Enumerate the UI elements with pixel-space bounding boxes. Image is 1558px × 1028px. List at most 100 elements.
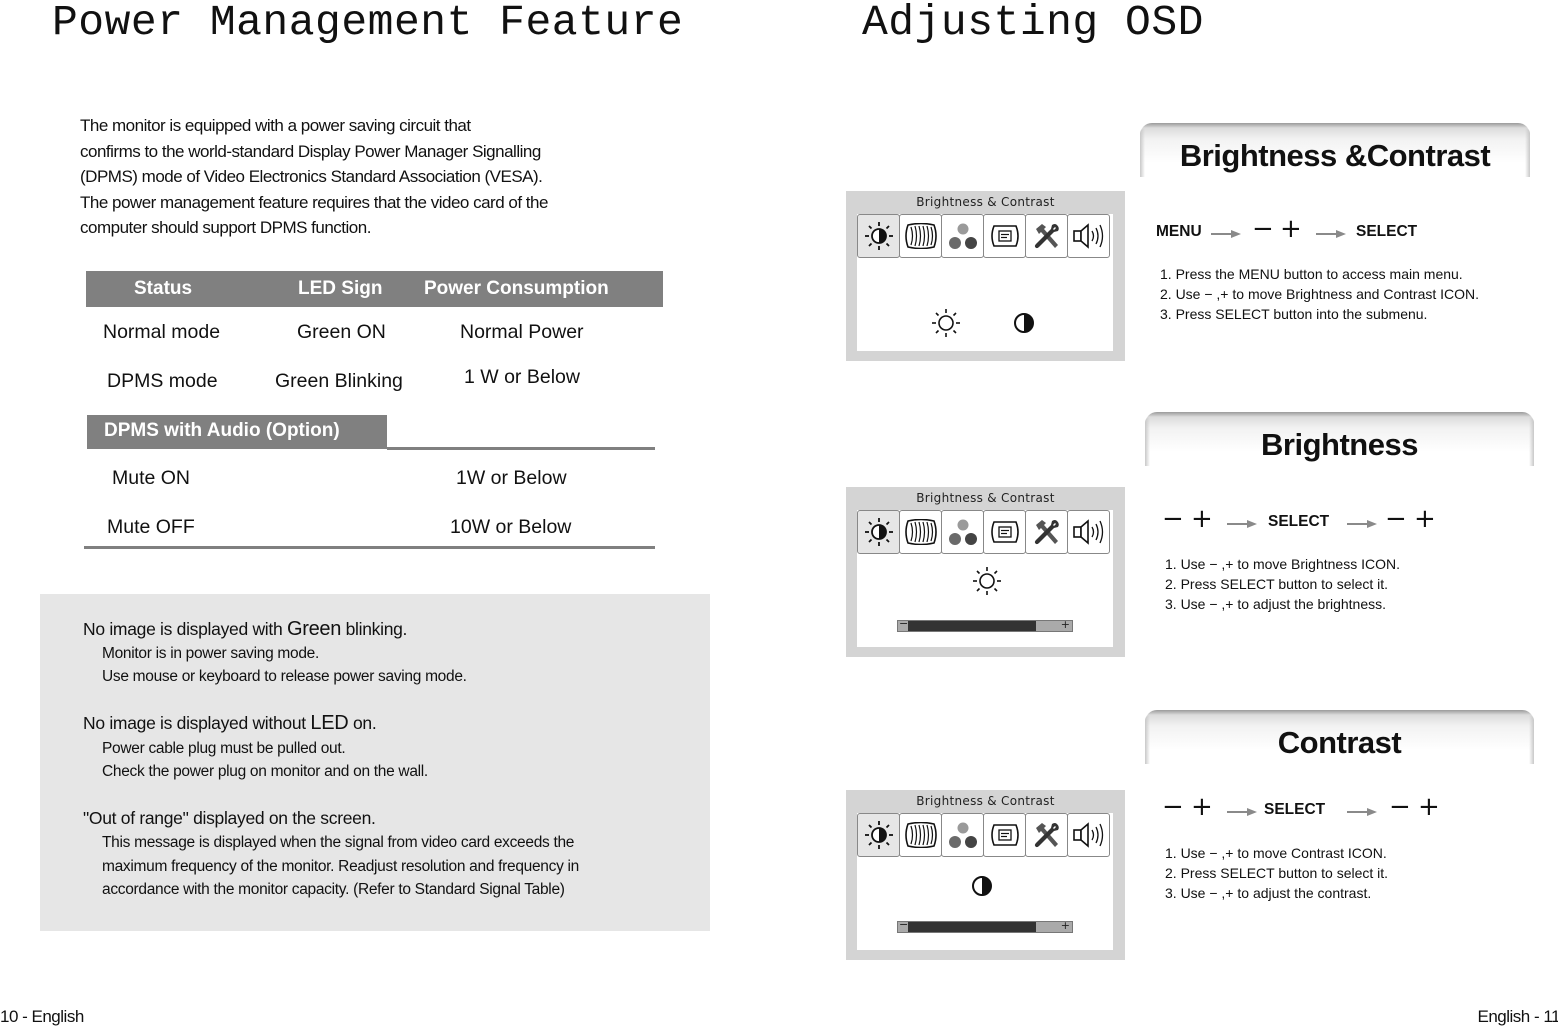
table-cell-status: Normal mode: [103, 321, 221, 343]
flow-brightness-contrast: MENU − + SELECT: [1156, 214, 1456, 246]
troubleshooting-box: No image is displayed with Green blinkin…: [40, 594, 710, 931]
note-line: This message is displayed when the signa…: [102, 834, 575, 851]
osd-tab-color[interactable]: [941, 813, 984, 857]
contrast-icon: [1013, 312, 1035, 339]
minus-symbol: −: [1162, 504, 1184, 534]
osd-screen-brightness-contrast: Brightness & Contrast: [846, 191, 1125, 361]
audio-icon: [1072, 821, 1106, 849]
select-label: SELECT: [1264, 801, 1326, 818]
osd-screen-brightness: Brightness & Contrast − +: [846, 487, 1125, 657]
select-label: SELECT: [1268, 513, 1330, 530]
note-heading: No image is displayed with Green blinkin…: [83, 618, 408, 640]
osd-tab-geometry[interactable]: [899, 510, 942, 554]
color-icon: [947, 221, 979, 251]
setup-tools-icon: [1033, 222, 1061, 250]
step-item: 3. Use − ,+ to adjust the brightness.: [1165, 596, 1387, 612]
audio-cell-status: Mute ON: [112, 467, 191, 489]
table-cell-status: DPMS mode: [107, 370, 218, 392]
osd-tab-setup-tools[interactable]: [1025, 813, 1068, 857]
plus-symbol: +: [1191, 792, 1213, 822]
slider-fill: [908, 922, 1036, 932]
table-cell-led: Green ON: [297, 321, 386, 343]
osd-tab-color[interactable]: [941, 214, 984, 258]
page-number-right: English - 11: [1477, 1007, 1558, 1026]
geometry-icon: [904, 822, 938, 848]
header-status: Status: [134, 278, 193, 299]
power-table: Status LED Sign Power Consumption: [86, 271, 663, 307]
note-line: Power cable plug must be pulled out.: [102, 740, 346, 757]
slider-minus: −: [899, 617, 909, 630]
flow-contrast: − + SELECT − +: [1162, 792, 1462, 824]
osd-tab-osd-position[interactable]: [983, 510, 1026, 554]
page-number-left: 10 - English: [0, 1007, 84, 1026]
flow-brightness: − + SELECT − +: [1162, 504, 1462, 536]
audio-icon: [1072, 518, 1106, 546]
table-cell-led: Green Blinking: [275, 370, 403, 392]
contrast-slider[interactable]: − +: [897, 918, 1073, 933]
osd-tab-brightness-contrast[interactable]: [857, 813, 900, 857]
header-led-sign: LED Sign: [298, 278, 383, 299]
intro-line: computer should support DPMS function.: [80, 218, 371, 237]
osd-tab-bar: [857, 214, 1113, 258]
intro-paragraph: The monitor is equipped with a power sav…: [80, 113, 680, 241]
osd-tab-osd-position[interactable]: [983, 214, 1026, 258]
osd-tab-setup-tools[interactable]: [1025, 510, 1068, 554]
osd-tab-brightness-contrast[interactable]: [857, 214, 900, 258]
arrow-right-icon: [1316, 226, 1346, 244]
brightness-contrast-icon: [864, 221, 894, 251]
arrow-right-icon: [1347, 804, 1377, 822]
select-label: SELECT: [1356, 223, 1418, 240]
step-item: 1. Use − ,+ to move Contrast ICON.: [1165, 845, 1387, 861]
intro-line: confirms to the world-standard Display P…: [80, 141, 541, 161]
dpms-audio-header: DPMS with Audio (Option): [87, 415, 387, 449]
note-line: accordance with the monitor capacity. (R…: [102, 881, 565, 898]
color-icon: [947, 820, 979, 850]
osd-tab-audio[interactable]: [1067, 813, 1110, 857]
header-power-consumption: Power Consumption: [424, 278, 609, 299]
divider: [84, 546, 655, 549]
page-title-power-management: Power Management Feature: [52, 0, 684, 47]
section-header-brightness-contrast: Brightness &Contrast: [1140, 123, 1530, 187]
osd-tab-brightness-contrast[interactable]: [857, 510, 900, 554]
note-line: maximum frequency of the monitor. Readju…: [102, 858, 579, 875]
setup-tools-icon: [1033, 821, 1061, 849]
divider: [387, 447, 655, 450]
slider-fill: [908, 621, 1036, 631]
step-item: 2. Press SELECT button to select it.: [1165, 576, 1389, 592]
geometry-icon: [904, 519, 938, 545]
step-item: 1. Press the MENU button to access main …: [1160, 266, 1463, 282]
intro-line: The monitor is equipped with a power sav…: [80, 116, 471, 135]
steps-contrast: 1. Use − ,+ to move Contrast ICON. 2. Pr…: [1165, 843, 1388, 903]
osd-tab-setup-tools[interactable]: [1025, 214, 1068, 258]
color-icon: [947, 517, 979, 547]
minus-symbol: −: [1252, 214, 1274, 244]
steps-brightness-contrast: 1. Press the MENU button to access main …: [1160, 264, 1479, 324]
audio-cell-power: 10W or Below: [450, 516, 572, 538]
osd-tab-geometry[interactable]: [899, 214, 942, 258]
note-heading: "Out of range" displayed on the screen.: [83, 808, 376, 828]
slider-plus: +: [1060, 919, 1070, 932]
brightness-slider[interactable]: − +: [897, 617, 1073, 632]
plus-symbol: +: [1191, 504, 1213, 534]
intro-line: The power management feature requires th…: [80, 192, 548, 212]
menu-label: MENU: [1156, 223, 1202, 240]
brightness-contrast-icon: [864, 517, 894, 547]
brightness-icon: [972, 566, 1002, 601]
contrast-icon: [971, 875, 993, 902]
osd-screen-contrast: Brightness & Contrast − +: [846, 790, 1125, 960]
osd-tab-audio[interactable]: [1067, 510, 1110, 554]
step-item: 3. Press SELECT button into the submenu.: [1160, 306, 1428, 322]
osd-tab-color[interactable]: [941, 510, 984, 554]
audio-cell-status: Mute OFF: [107, 516, 195, 538]
setup-tools-icon: [1033, 518, 1061, 546]
osd-tab-osd-position[interactable]: [983, 813, 1026, 857]
section-header-brightness: Brightness: [1145, 412, 1534, 476]
osd-tab-bar: [857, 813, 1113, 857]
arrow-right-icon: [1227, 804, 1257, 822]
osd-title: Brightness & Contrast: [916, 195, 1055, 209]
note-heading: No image is displayed without LED on.: [83, 712, 377, 734]
osd-tab-geometry[interactable]: [899, 813, 942, 857]
osd-tab-audio[interactable]: [1067, 214, 1110, 258]
plus-symbol: +: [1280, 214, 1302, 244]
plus-symbol: +: [1418, 792, 1440, 822]
